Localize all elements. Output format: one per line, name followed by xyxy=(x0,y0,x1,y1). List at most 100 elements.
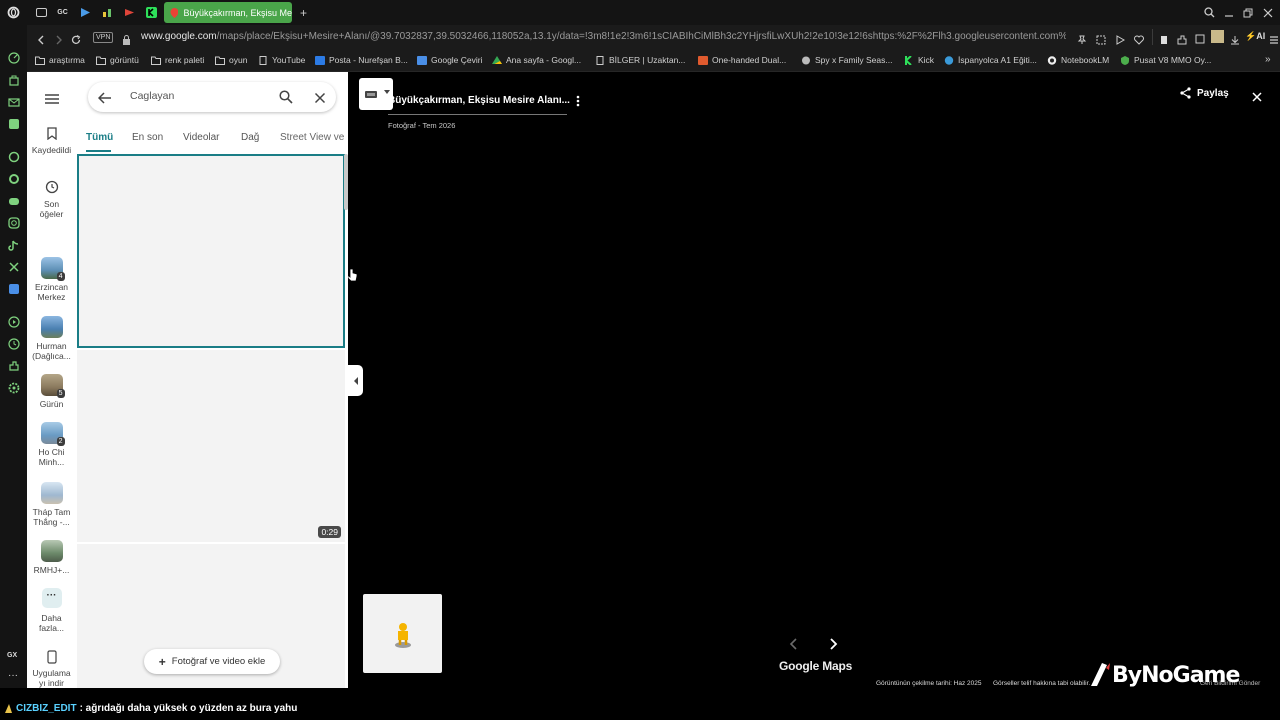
pegman-button[interactable] xyxy=(363,594,442,673)
chatgpt-icon[interactable] xyxy=(7,150,20,163)
checkbox-icon[interactable] xyxy=(1195,31,1205,49)
bookmark-item[interactable]: Pusat V8 MMO Oy... xyxy=(1120,55,1211,65)
gc-tab-icon[interactable]: GC xyxy=(56,6,69,19)
search-icon[interactable] xyxy=(279,90,293,109)
page-icon[interactable] xyxy=(1159,32,1169,50)
folder-icon xyxy=(215,56,225,65)
recent-place-item[interactable]: 2 Ho Chi Minh... xyxy=(27,422,76,467)
rail-recent[interactable]: Son öğeler xyxy=(27,180,76,219)
bookmark-item[interactable]: görüntü xyxy=(96,55,139,65)
minimize-icon[interactable] xyxy=(1222,6,1235,19)
collapse-panel-button[interactable] xyxy=(348,365,363,396)
settings-icon[interactable] xyxy=(7,381,20,394)
close-window-icon[interactable] xyxy=(1261,6,1274,19)
bookmark-item[interactable]: One-handed Dual... xyxy=(698,55,786,65)
bookmark-item[interactable]: YouTube xyxy=(258,55,305,65)
bookmark-item[interactable]: NotebookLM xyxy=(1047,55,1109,65)
copyright-link[interactable]: Görseller telif hakkına tabi olabilir. xyxy=(993,680,1090,687)
tab-videos[interactable]: Videolar xyxy=(183,132,220,143)
bookmark-item[interactable]: Google Çeviri xyxy=(417,55,483,65)
panel-scrollbar[interactable] xyxy=(344,154,348,210)
recent-place-item[interactable]: Tháp Tam Thắng -... xyxy=(27,482,76,527)
bookmark-item[interactable]: renk paleti xyxy=(151,55,204,65)
download-icon[interactable] xyxy=(1230,32,1240,50)
tab-street-view[interactable]: Street View ve xyxy=(280,132,344,143)
close-viewer-icon[interactable] xyxy=(1252,89,1262,107)
bookmark-item[interactable]: BİLGER | Uzaktan... xyxy=(595,55,685,65)
pin-icon[interactable] xyxy=(1077,32,1087,50)
extensions-icon[interactable] xyxy=(7,359,20,372)
new-tab-icon[interactable]: + xyxy=(297,6,310,20)
tab-latest[interactable]: En son xyxy=(132,132,163,143)
speed-dial-icon[interactable] xyxy=(7,51,20,64)
recent-place-item[interactable]: 5 Gürün xyxy=(27,374,76,409)
bag-icon[interactable] xyxy=(7,73,20,86)
photo-thumbnail-selected[interactable] xyxy=(77,154,345,348)
redplay-tab-icon[interactable] xyxy=(123,6,136,19)
bookmark-item[interactable]: araştırma xyxy=(35,55,85,65)
bookmark-item[interactable]: Posta - Nurefşan B... xyxy=(315,55,408,65)
vpn-badge[interactable]: VPN xyxy=(93,32,114,43)
tiktok-icon[interactable] xyxy=(7,238,20,251)
rail-more[interactable]: ··· Daha fazla... xyxy=(27,588,76,633)
extension-puzzle-icon[interactable] xyxy=(1177,32,1187,50)
menu-icon[interactable] xyxy=(1269,32,1279,50)
tab-active[interactable]: Büyükçakırman, Ekşisu Me xyxy=(164,2,292,23)
lock-icon[interactable] xyxy=(122,32,131,50)
snapshot-icon[interactable] xyxy=(1096,32,1106,50)
bookmark-item[interactable]: Ana sayfa - Googl... xyxy=(492,55,581,65)
tab-all[interactable]: Tümü xyxy=(86,132,113,143)
restore-icon[interactable] xyxy=(1241,6,1254,19)
bookmark-item[interactable]: Kick xyxy=(904,55,934,65)
more-icon[interactable]: ··· xyxy=(8,670,18,681)
viewer-title[interactable]: Büyükçakırman, Ekşisu Mesire Alanı... xyxy=(388,95,570,106)
next-photo-icon[interactable] xyxy=(829,637,838,655)
forward-icon[interactable] xyxy=(54,32,64,50)
url-field[interactable]: www.google.com/maps/place/Ekşisu+Mesire+… xyxy=(141,31,1066,42)
bookmark-item[interactable]: oyun xyxy=(215,55,247,65)
search-tabs-icon[interactable] xyxy=(1203,6,1216,19)
kick-tab-icon[interactable] xyxy=(145,6,158,19)
prev-photo-icon[interactable] xyxy=(789,637,798,655)
play-icon[interactable] xyxy=(1115,32,1126,50)
discord-icon[interactable] xyxy=(7,194,20,207)
search-input[interactable]: Caglayan xyxy=(130,90,174,102)
clear-search-icon[interactable] xyxy=(314,91,326,109)
video-thumbnail[interactable]: 0:29 xyxy=(77,350,345,542)
mouse-cursor xyxy=(347,268,358,287)
rail-saved[interactable]: Kaydedildi xyxy=(27,127,76,155)
workspace-icon[interactable] xyxy=(35,6,48,19)
hamburger-menu-icon[interactable] xyxy=(45,91,59,109)
gx-label[interactable]: GX xyxy=(7,652,17,659)
opera-logo-icon[interactable] xyxy=(7,6,20,19)
whatsapp-icon[interactable] xyxy=(7,172,20,185)
back-icon[interactable] xyxy=(36,32,46,50)
translate-icon[interactable] xyxy=(7,282,20,295)
back-arrow-icon[interactable] xyxy=(97,91,112,109)
twitch-icon[interactable] xyxy=(7,117,20,130)
reload-icon[interactable] xyxy=(71,32,81,50)
player-icon[interactable] xyxy=(7,315,20,328)
more-bookmarks-icon[interactable]: » xyxy=(1265,54,1271,65)
profile-icon[interactable] xyxy=(1211,30,1224,43)
add-photo-video-button[interactable]: + Fotoğraf ve video ekle xyxy=(144,649,280,674)
instagram-icon[interactable] xyxy=(7,216,20,229)
ai-button[interactable]: ⚡AI xyxy=(1245,31,1265,42)
recent-place-item[interactable]: RMHJ+... xyxy=(27,540,76,575)
history-icon[interactable] xyxy=(7,337,20,350)
playstore-tab-icon[interactable] xyxy=(79,6,92,19)
share-button[interactable]: Paylaş xyxy=(1180,87,1229,99)
recent-place-item[interactable]: Hurman (Dağlıca... xyxy=(27,316,76,361)
x-icon[interactable] xyxy=(7,260,20,273)
heart-icon[interactable] xyxy=(1134,32,1144,50)
bookmark-item[interactable]: İspanyolca A1 Eğiti... xyxy=(944,55,1037,65)
bars-tab-icon[interactable] xyxy=(101,6,114,19)
caret-left-icon xyxy=(353,376,358,385)
mail-icon[interactable] xyxy=(7,95,20,108)
rail-app-download[interactable]: Uygulama yı indir xyxy=(27,650,76,688)
bookmark-item[interactable]: Spy x Family Seas... xyxy=(801,55,892,65)
tab-mountain[interactable]: Dağ xyxy=(241,132,259,143)
recent-place-item[interactable]: 4 Erzincan Merkez xyxy=(27,257,76,302)
viewer-more-icon[interactable] xyxy=(574,94,582,112)
bookmark-label: YouTube xyxy=(272,55,306,65)
